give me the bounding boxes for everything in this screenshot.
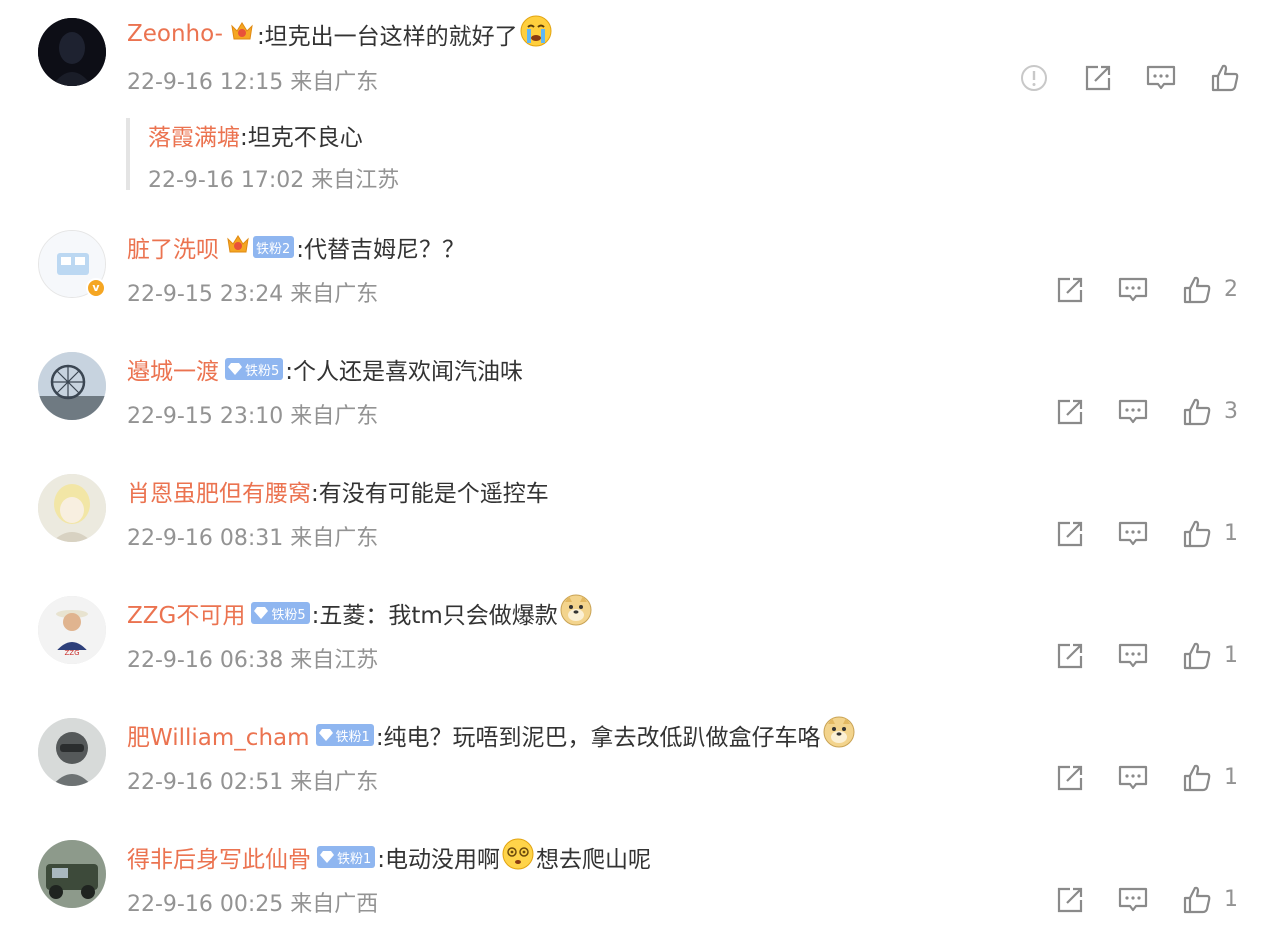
like-icon (1183, 764, 1211, 792)
comment-icon (1118, 277, 1148, 302)
crown-icon (229, 18, 255, 50)
share-icon (1057, 887, 1083, 913)
action-bar: 2 (0, 272, 1274, 308)
action-bar: 1 (0, 760, 1274, 796)
comment-icon (1118, 887, 1148, 912)
share-button[interactable] (1054, 882, 1086, 918)
fan-badge[interactable]: 铁粉1 (317, 846, 376, 868)
comment-text: :电动没用啊 (377, 847, 501, 873)
comment-text: :代替吉姆尼？？ (296, 237, 466, 263)
username[interactable]: 肥William_cham (127, 718, 310, 752)
comment-icon (1118, 521, 1148, 546)
share-button[interactable] (1054, 516, 1086, 552)
like-icon (1183, 520, 1211, 548)
like-count: 1 (1224, 521, 1238, 546)
share-icon (1057, 399, 1083, 425)
username[interactable]: 脏了洗呗 (127, 230, 219, 264)
like-button[interactable] (1209, 60, 1241, 96)
username[interactable]: ZZG不可用 (127, 596, 245, 630)
like-button[interactable] (1181, 394, 1213, 430)
like-count: 1 (1224, 765, 1238, 790)
reply-meta: 22-9-16 17:02 来自江苏 (148, 168, 400, 193)
comment-button[interactable] (1145, 60, 1177, 96)
like-count: 1 (1224, 643, 1238, 668)
fan-badge[interactable]: 铁粉5 (251, 602, 310, 624)
report-icon (1021, 65, 1047, 91)
like-icon (1183, 642, 1211, 670)
like-count: 3 (1224, 399, 1238, 424)
doge-emoji (822, 715, 856, 755)
share-icon (1057, 765, 1083, 791)
share-button[interactable] (1054, 760, 1086, 796)
action-bar: 1 (0, 516, 1274, 552)
comment-text: :五菱：我tm只会做爆款 (311, 603, 558, 629)
comment-button[interactable] (1117, 394, 1149, 430)
reply-username[interactable]: 落霞满塘 (148, 125, 240, 151)
comment-button[interactable] (1117, 882, 1149, 918)
like-button[interactable] (1181, 882, 1213, 918)
like-button[interactable] (1181, 272, 1213, 308)
share-icon (1085, 65, 1111, 91)
diamond-icon (320, 851, 334, 863)
comment-icon (1118, 765, 1148, 790)
comment-button[interactable] (1117, 516, 1149, 552)
doge-emoji (559, 593, 593, 633)
comment-text: :个人还是喜欢闻汽油味 (285, 359, 524, 385)
comment-meta: 22-9-16 12:15 来自广东 (127, 70, 379, 95)
diamond-icon (254, 607, 269, 619)
comment-text: :纯电？玩唔到泥巴，拿去改低趴做盒仔车咯 (375, 725, 821, 751)
comment-button[interactable] (1117, 638, 1149, 674)
avatar[interactable] (38, 18, 106, 86)
report-button[interactable] (1018, 60, 1050, 96)
action-bar: 3 (0, 394, 1274, 430)
crown-icon (225, 231, 251, 263)
username[interactable]: Zeonho- (127, 21, 223, 47)
comment-icon (1146, 65, 1176, 90)
like-count: 1 (1224, 887, 1238, 912)
comment-text: :有没有可能是个遥控车 (311, 481, 549, 507)
diamond-icon (318, 729, 333, 741)
comment-text: 想去爬山呢 (536, 847, 652, 873)
like-button[interactable] (1181, 760, 1213, 796)
reply-item: 落霞满塘:坦克不良心 22-9-16 17:02 来自江苏 (126, 118, 830, 193)
diamond-icon (228, 363, 242, 375)
share-button[interactable] (1082, 60, 1114, 96)
share-button[interactable] (1054, 638, 1086, 674)
username[interactable]: 得非后身写此仙骨 (127, 840, 311, 874)
crying-emoji (519, 14, 553, 54)
action-bar: 1 (0, 638, 1274, 674)
share-button[interactable] (1054, 272, 1086, 308)
comment-icon (1118, 399, 1148, 424)
comment-button[interactable] (1117, 272, 1149, 308)
action-bar: 1 (0, 882, 1274, 918)
like-icon (1211, 64, 1239, 92)
username[interactable]: 邉城一渡 (127, 352, 219, 386)
reply-text: :坦克不良心 (240, 125, 363, 151)
like-icon (1183, 276, 1211, 304)
share-icon (1057, 521, 1083, 547)
username[interactable]: 肖恩虽肥但有腰窝 (127, 474, 311, 508)
fan-badge[interactable]: 铁粉1 (315, 724, 374, 746)
fan-badge[interactable]: 铁粉5 (225, 358, 284, 380)
comment-text: :坦克出一台这样的就好了 (256, 24, 518, 50)
share-button[interactable] (1054, 394, 1086, 430)
like-button[interactable] (1181, 516, 1213, 552)
dizzy-emoji (501, 837, 535, 877)
comment-icon (1118, 643, 1148, 668)
like-count: 2 (1224, 277, 1238, 302)
comment-button[interactable] (1117, 760, 1149, 796)
fan-badge[interactable]: 铁粉2 (253, 236, 295, 258)
like-button[interactable] (1181, 638, 1213, 674)
share-icon (1057, 643, 1083, 669)
like-icon (1183, 398, 1211, 426)
share-icon (1057, 277, 1083, 303)
comment-item: Zeonho- :坦克出一台这样的就好了 22-9-16 12:15 来自广东 … (0, 0, 1274, 200)
like-icon (1183, 886, 1211, 914)
